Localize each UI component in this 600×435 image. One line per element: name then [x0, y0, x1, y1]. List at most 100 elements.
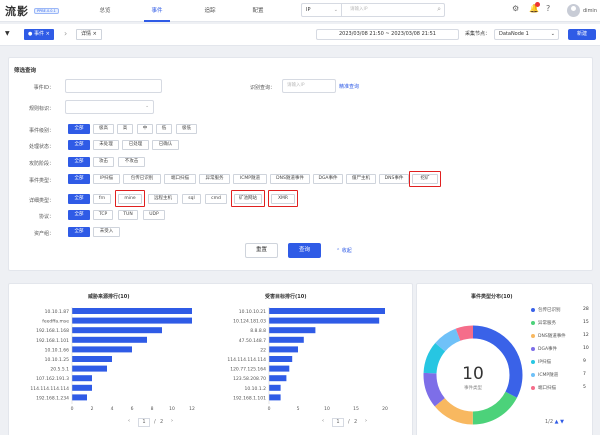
- donut-center-value: 10: [462, 364, 484, 384]
- chip-level-high[interactable]: 高: [117, 124, 133, 134]
- chip-stage-all[interactable]: 全部: [68, 157, 90, 167]
- nav-events[interactable]: 事件: [144, 0, 170, 22]
- search-type-select[interactable]: IP ⌄: [302, 4, 342, 16]
- chip-level-critical[interactable]: 极高: [93, 124, 114, 134]
- nav-config[interactable]: 配置: [245, 0, 271, 22]
- chip-status-unprocessed[interactable]: 未处理: [93, 140, 119, 150]
- chevron-right-icon[interactable]: ›: [365, 418, 367, 424]
- threat-category-label: 10.10.1.66: [45, 347, 69, 353]
- right-chart-title: 事件类型分布(10): [471, 294, 513, 300]
- chip-level-verylow[interactable]: 极低: [176, 124, 197, 134]
- threat-category-label: 20.5.5.1: [50, 367, 69, 373]
- chevron-left-icon[interactable]: ‹: [322, 418, 324, 424]
- legend-item[interactable]: 端口扫描 5: [531, 385, 593, 393]
- gear-icon[interactable]: ⚙: [512, 4, 519, 13]
- datasource-select[interactable]: DataNode 1 ⌄: [494, 29, 559, 40]
- app-logo[interactable]: 流影: [5, 3, 29, 19]
- chip-proto-all[interactable]: 全部: [68, 210, 90, 220]
- new-button[interactable]: 新建: [568, 29, 596, 40]
- chip-asset-all[interactable]: 全部: [68, 227, 90, 237]
- chip-type-packet[interactable]: 包传已识别: [123, 174, 161, 184]
- chip-proto-tun[interactable]: TUN: [118, 210, 138, 220]
- ip-query-input[interactable]: 请输入IP: [282, 79, 336, 93]
- triangle-up-icon[interactable]: ▲: [555, 419, 559, 425]
- chevron-left-icon[interactable]: ‹: [128, 418, 130, 424]
- legend-item[interactable]: ICMP隧道 7: [531, 372, 593, 380]
- donut-legend: 包传已识别 28 异常服务 15 DNS隧道事件 12 DGA事件 10 IP扫描 9 ICMP隧道…: [531, 307, 593, 417]
- chip-detail-all[interactable]: 全部: [68, 194, 90, 204]
- exact-query-link[interactable]: 精准查询: [339, 83, 359, 90]
- query-button[interactable]: 查询: [288, 243, 321, 258]
- chip-level-low[interactable]: 低: [156, 124, 172, 134]
- legend-label: 异常服务: [538, 321, 556, 326]
- menu-toggle-icon[interactable]: ▼: [5, 30, 10, 37]
- nav-overview[interactable]: 总览: [92, 0, 118, 22]
- chip-proto-tcp[interactable]: TCP: [93, 210, 113, 220]
- nav-trace[interactable]: 追踪: [197, 0, 223, 22]
- chip-status-all[interactable]: 全部: [68, 140, 90, 150]
- triangle-down-icon[interactable]: ▼: [560, 419, 564, 425]
- datetime-range-picker[interactable]: 2023/03/08 21:50 ~ 2023/03/08 21:51: [316, 29, 459, 40]
- chip-asset-none[interactable]: 未受入: [93, 227, 120, 237]
- chip-detail-cmd[interactable]: cmd: [205, 194, 227, 204]
- tab-details[interactable]: 详情 ×: [76, 29, 102, 40]
- close-icon[interactable]: ×: [46, 31, 50, 37]
- chip-detail-sql[interactable]: sql: [182, 194, 201, 204]
- chip-status-processed[interactable]: 已处理: [122, 140, 149, 150]
- page-separator: /: [348, 419, 350, 425]
- chip-type-dns[interactable]: DNS事件: [379, 174, 409, 184]
- page-input-middle[interactable]: 1: [332, 418, 344, 427]
- page-total-left: 2: [160, 419, 164, 425]
- chip-detail-frn[interactable]: frn: [93, 194, 111, 204]
- global-search[interactable]: IP ⌄ 请输入IP ⌕: [301, 3, 445, 17]
- legend-item[interactable]: DNS隧道事件 12: [531, 333, 593, 341]
- legend-item[interactable]: IP扫描 9: [531, 359, 593, 367]
- chip-type-dnstunnel[interactable]: DNS隧道事件: [270, 174, 310, 184]
- legend-item[interactable]: 包传已识别 28: [531, 307, 593, 315]
- ip-query-label: 识别查询：: [249, 85, 275, 91]
- chip-level-medium[interactable]: 中: [137, 124, 153, 134]
- threat-category-label: 192.168.1.234: [36, 395, 69, 401]
- threat-tick-label: 8: [151, 406, 154, 412]
- chip-type-icmp[interactable]: ICMP隧道: [233, 174, 267, 184]
- legend-item[interactable]: DGA事件 10: [531, 346, 593, 354]
- search-icon[interactable]: ⌕: [437, 5, 441, 14]
- victim-tick-label: 20: [382, 406, 388, 412]
- legend-label: DGA事件: [538, 347, 558, 352]
- chip-detail-remote[interactable]: 远程主机: [148, 194, 178, 204]
- close-icon[interactable]: ×: [93, 31, 97, 37]
- avatar[interactable]: [567, 4, 580, 17]
- threat-tick-label: 0: [71, 406, 74, 412]
- reset-button[interactable]: 重置: [245, 243, 278, 258]
- chip-type-dga[interactable]: DGA事件: [313, 174, 343, 184]
- chip-proto-udp[interactable]: UDP: [143, 210, 165, 220]
- chip-type-abnormal[interactable]: 异常服务: [199, 174, 230, 184]
- chip-stage-noattack[interactable]: 不攻击: [118, 157, 145, 167]
- middle-chart-title: 受害目标排行(10): [265, 294, 307, 300]
- event-id-input[interactable]: [65, 79, 162, 93]
- chip-stage-attack[interactable]: 攻击: [93, 157, 114, 167]
- chevron-right-icon[interactable]: ›: [171, 418, 173, 424]
- asset-label: 资产组：: [33, 231, 54, 237]
- victim-category-label: 192.168.1.101: [233, 395, 266, 401]
- chip-level-all[interactable]: 全部: [68, 124, 90, 134]
- search-input[interactable]: 请输入IP: [350, 4, 368, 16]
- collapse-button[interactable]: ⌃ 收起: [336, 247, 352, 254]
- threat-bar: [72, 317, 192, 324]
- chip-type-botnet[interactable]: 僵尸主机: [346, 174, 376, 184]
- page-total-middle: 2: [354, 419, 358, 425]
- chip-type-portscan[interactable]: 端口扫描: [164, 174, 196, 184]
- victim-bar: [269, 317, 380, 324]
- highlight-box-mine: [115, 190, 145, 207]
- user-name[interactable]: dimin: [583, 8, 597, 14]
- chip-type-ipscan[interactable]: IP扫描: [93, 174, 120, 184]
- help-icon[interactable]: ?: [546, 4, 550, 13]
- victim-tick-label: 10: [324, 406, 330, 412]
- chip-type-all[interactable]: 全部: [68, 174, 90, 184]
- chip-status-confirmed[interactable]: 已确认: [152, 140, 179, 150]
- legend-item[interactable]: 异常服务 15: [531, 320, 593, 328]
- tab-events[interactable]: ● 事件 ×: [24, 29, 54, 40]
- legend-value: 5: [583, 385, 586, 390]
- page-input-left[interactable]: 1: [138, 418, 150, 427]
- rule-select[interactable]: ⌄: [65, 100, 154, 114]
